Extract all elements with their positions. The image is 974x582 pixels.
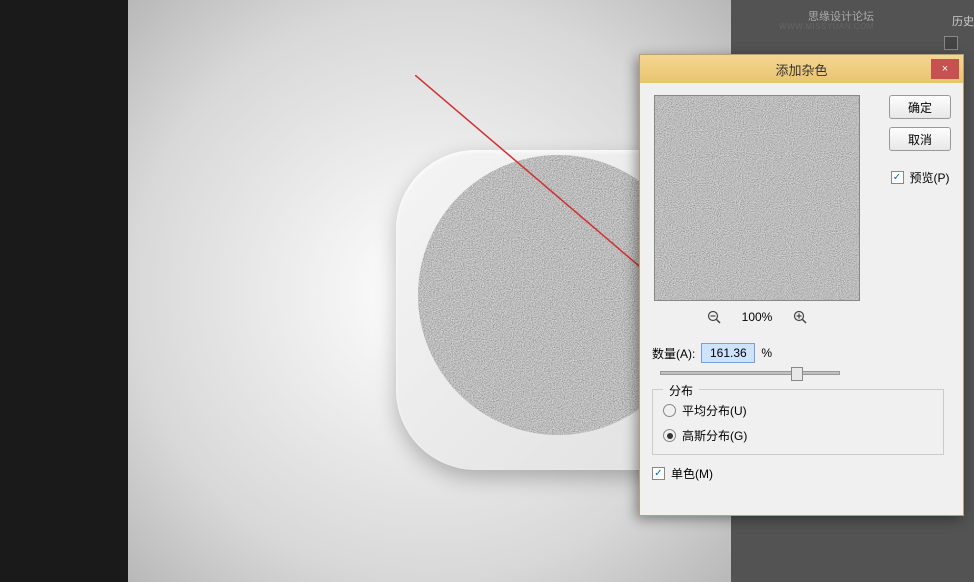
dialog-titlebar[interactable]: 添加杂色 ×	[640, 55, 963, 83]
watermark-url: WWW.MISSYUAN.COM	[779, 22, 874, 31]
panel-swatch	[944, 36, 958, 50]
zoom-percent: 100%	[742, 310, 773, 324]
amount-label: 数量(A):	[652, 345, 695, 362]
monochrome-label: 单色(M)	[671, 465, 713, 482]
zoom-in-button[interactable]	[792, 309, 808, 325]
gaussian-radio-dot	[667, 433, 673, 439]
amount-slider[interactable]	[660, 371, 840, 375]
gaussian-label: 高斯分布(G)	[682, 427, 747, 444]
gaussian-radio[interactable]	[663, 429, 676, 442]
uniform-label: 平均分布(U)	[682, 402, 747, 419]
zoom-in-icon	[793, 310, 807, 324]
monochrome-checkbox[interactable]: ✓	[652, 467, 665, 480]
zoom-out-icon	[707, 310, 721, 324]
gaussian-radio-row[interactable]: 高斯分布(G)	[663, 427, 933, 444]
amount-unit: %	[761, 346, 772, 360]
uniform-radio[interactable]	[663, 404, 676, 417]
monochrome-checkbox-row[interactable]: ✓ 单色(M)	[652, 465, 951, 482]
close-icon: ×	[942, 63, 948, 75]
history-tab-label[interactable]: 历史	[952, 13, 974, 29]
uniform-radio-row[interactable]: 平均分布(U)	[663, 402, 933, 419]
zoom-out-button[interactable]	[706, 309, 722, 325]
distribution-legend: 分布	[663, 382, 699, 399]
dialog-title: 添加杂色	[775, 60, 827, 79]
distribution-fieldset: 分布 平均分布(U) 高斯分布(G)	[652, 389, 944, 455]
close-button[interactable]: ×	[931, 59, 959, 79]
preview-box	[654, 95, 860, 301]
amount-slider-thumb[interactable]	[791, 367, 803, 381]
amount-input[interactable]	[701, 343, 755, 363]
add-noise-dialog: 添加杂色 × 确定 取消 ✓ 预览(P)	[639, 54, 964, 516]
